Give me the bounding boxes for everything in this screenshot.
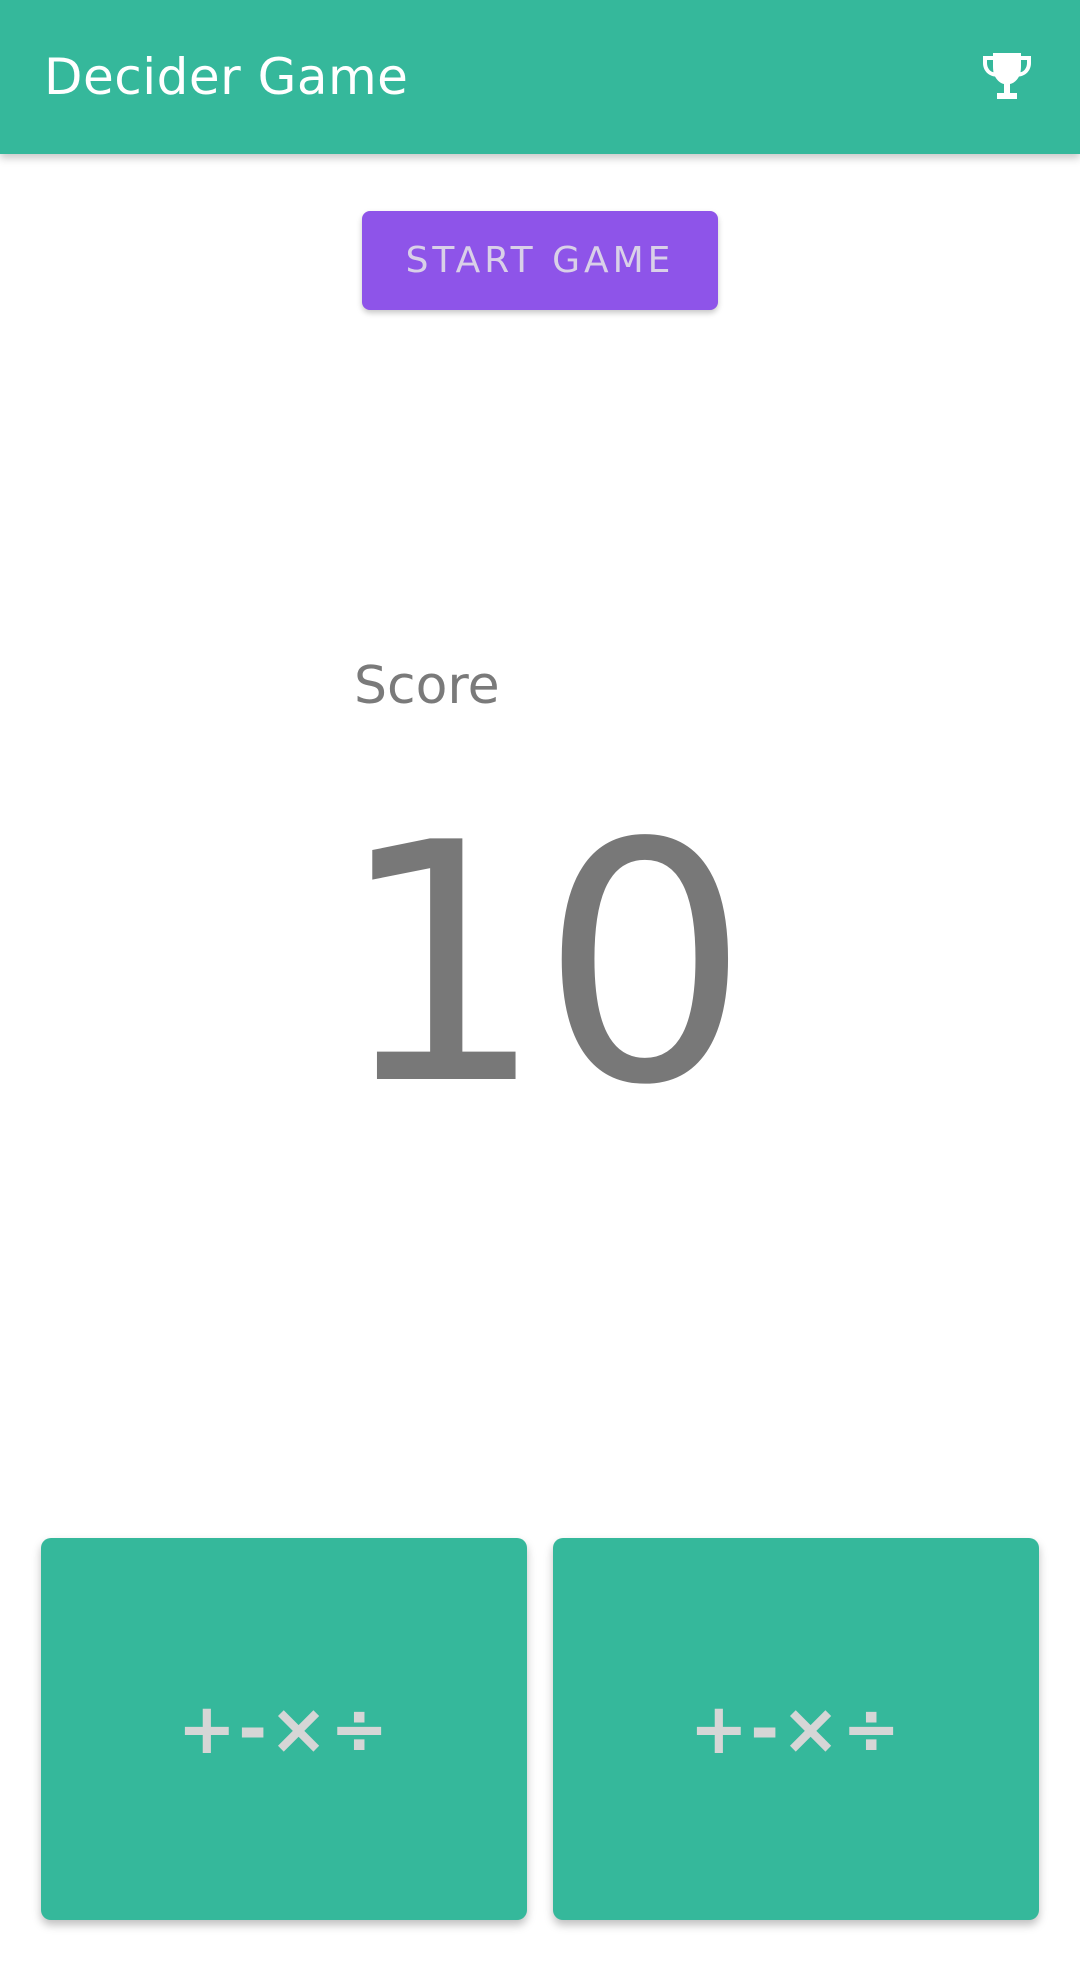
app-bar: Decider Game (0, 0, 1080, 154)
leaderboard-button[interactable] (972, 42, 1042, 112)
choice-button-right[interactable]: +-×÷ (553, 1538, 1039, 1920)
choice-button-left[interactable]: +-×÷ (41, 1538, 527, 1920)
app-title: Decider Game (44, 48, 409, 106)
score-label: Score (354, 656, 500, 716)
score-value: 10 (336, 773, 750, 1157)
choice-label: +-×÷ (689, 1688, 903, 1770)
choice-label: +-×÷ (177, 1688, 391, 1770)
start-game-button[interactable]: START GAME (362, 211, 718, 310)
trophy-icon (983, 53, 1031, 99)
